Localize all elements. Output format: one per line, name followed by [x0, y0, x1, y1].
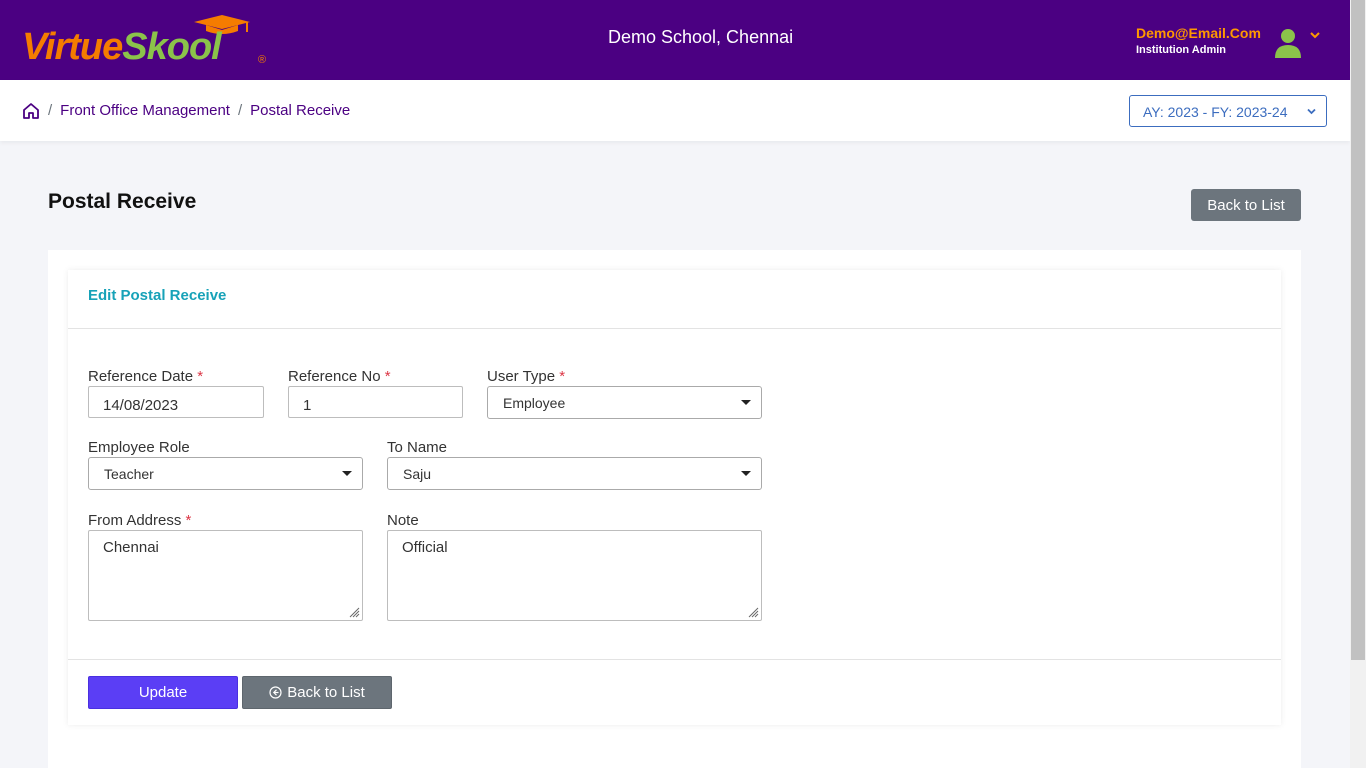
school-name: Demo School, Chennai	[608, 27, 794, 47]
footer-back-to-list-label: Back to List	[287, 684, 365, 701]
user-avatar-icon[interactable]	[1274, 27, 1302, 59]
employee-role-label: Employee Role	[88, 439, 190, 456]
from-address-label: From Address *	[88, 512, 192, 529]
virtueskool-logo[interactable]: VirtueSkool ®	[22, 14, 272, 68]
user-role: Institution Admin	[1136, 44, 1227, 56]
chevron-down-icon	[1307, 108, 1316, 115]
breadcrumb-separator: /	[237, 102, 243, 119]
employee-role-select[interactable]: Teacher	[88, 457, 363, 490]
chevron-down-icon[interactable]	[1309, 30, 1321, 40]
to-name-value: Saju	[403, 466, 432, 482]
from-address-value: Chennai	[103, 539, 159, 556]
update-button[interactable]: Update	[88, 676, 238, 709]
dropdown-caret-icon	[741, 471, 751, 476]
breadcrumb: / Front Office Management / Postal Recei…	[48, 102, 350, 119]
note-textarea[interactable]: Official	[387, 530, 762, 621]
user-type-select[interactable]: Employee	[487, 386, 762, 419]
divider	[68, 659, 1281, 660]
required-mark: *	[197, 368, 204, 385]
reference-no-label: Reference No *	[288, 368, 391, 385]
note-value: Official	[402, 539, 448, 556]
logo-skool: Skool	[122, 26, 221, 68]
divider	[68, 328, 1281, 329]
user-type-value: Employee	[503, 395, 566, 411]
reference-no-input[interactable]	[288, 386, 463, 418]
resize-grip-icon[interactable]	[349, 607, 360, 618]
from-address-textarea[interactable]: Chennai	[88, 530, 363, 621]
logo-virtue: Virtue	[22, 26, 123, 68]
registered-mark: ®	[258, 54, 267, 66]
page-title: Postal Receive	[48, 190, 197, 213]
dropdown-caret-icon	[342, 471, 352, 476]
resize-grip-icon[interactable]	[748, 607, 759, 618]
to-name-label: To Name	[387, 439, 448, 456]
footer-back-to-list-button[interactable]: Back to List	[242, 676, 392, 709]
required-mark: *	[384, 368, 391, 385]
dropdown-caret-icon	[741, 400, 751, 405]
back-to-list-button[interactable]: Back to List	[1191, 189, 1301, 221]
home-icon[interactable]	[22, 102, 40, 120]
form-card	[68, 270, 1281, 725]
reference-date-label: Reference Date *	[88, 368, 204, 385]
employee-role-value: Teacher	[104, 466, 154, 482]
breadcrumb-bar: / Front Office Management / Postal Recei…	[0, 80, 1350, 141]
breadcrumb-front-office[interactable]: Front Office Management	[60, 102, 230, 119]
required-mark: *	[185, 512, 192, 529]
breadcrumb-postal-receive[interactable]: Postal Receive	[250, 102, 350, 119]
academic-year-select[interactable]: AY: 2023 - FY: 2023-24	[1129, 95, 1327, 127]
user-email[interactable]: Demo@Email.Com	[1136, 25, 1261, 41]
form-title: Edit Postal Receive	[88, 287, 227, 304]
reference-date-input[interactable]	[88, 386, 264, 418]
top-navbar: VirtueSkool ® Demo School, Chennai Demo@…	[0, 0, 1350, 80]
to-name-select[interactable]: Saju	[387, 457, 762, 490]
breadcrumb-separator: /	[48, 102, 53, 119]
required-mark: *	[559, 368, 566, 385]
note-label: Note	[387, 512, 419, 529]
circle-arrow-left-icon	[269, 686, 282, 699]
academic-year-value: AY: 2023 - FY: 2023-24	[1143, 104, 1288, 120]
scrollbar-thumb[interactable]	[1351, 0, 1365, 660]
user-type-label: User Type *	[487, 368, 566, 385]
